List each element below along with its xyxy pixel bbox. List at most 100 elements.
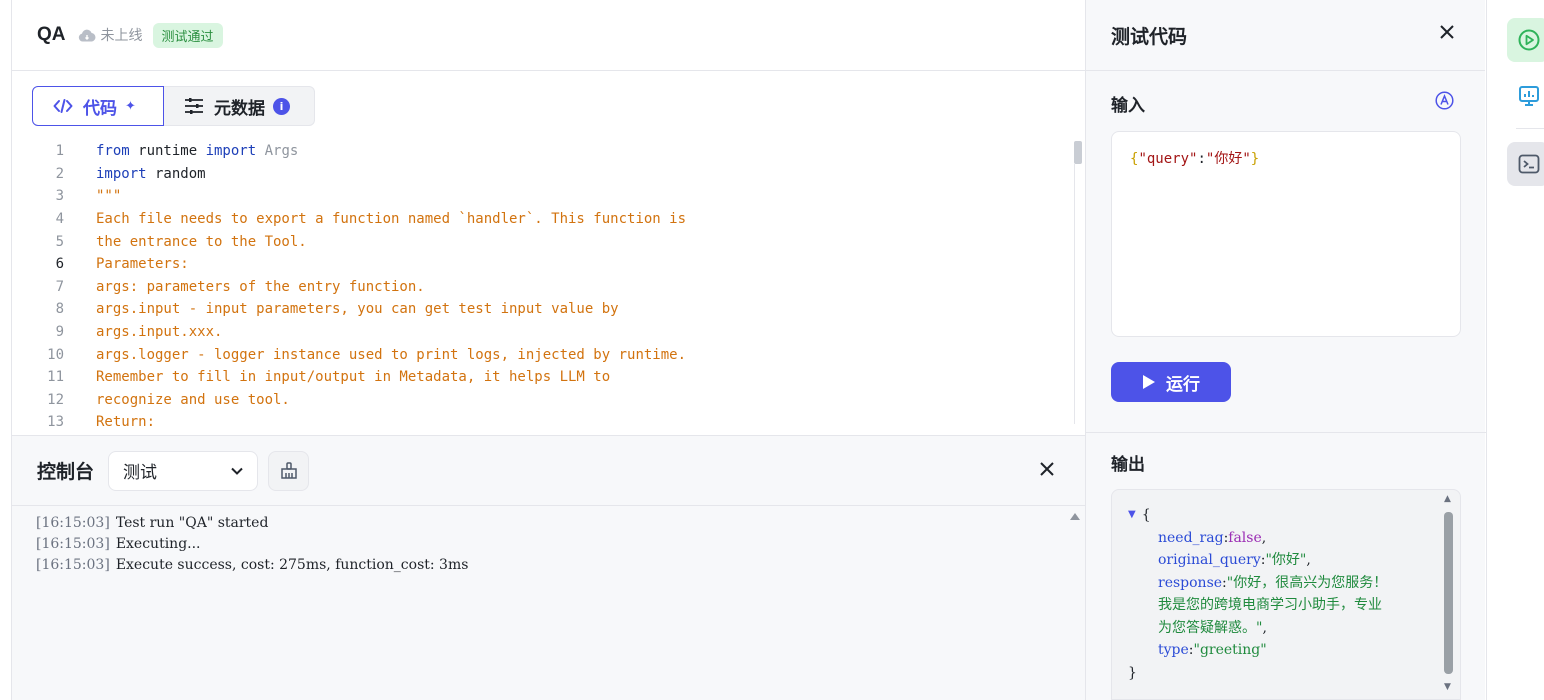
chevron-down-icon (231, 467, 243, 475)
output-line: 为您答疑解惑。", (1128, 617, 1460, 640)
clear-console-button[interactable] (268, 450, 310, 491)
code-text: Return: (96, 414, 155, 430)
left-gutter (0, 0, 12, 700)
code-icon (53, 98, 73, 114)
cloud-icon (78, 29, 95, 41)
tool-rail (1486, 0, 1544, 700)
status-text: 未上线 (100, 28, 143, 44)
rail-console-button[interactable] (1507, 142, 1544, 186)
code-text: recognize and use tool. (96, 392, 290, 408)
output-key: response (1158, 574, 1223, 591)
output-value: "你好" (1265, 552, 1307, 568)
line-number: 9 (55, 324, 64, 341)
code-line: 4 Each file needs to export a function na… (12, 208, 1085, 231)
rail-debug-button[interactable] (1507, 74, 1544, 118)
collapse-triangle-icon[interactable]: ▼ (1128, 504, 1136, 527)
output-scroll-down-icon[interactable]: ▼ (1444, 682, 1451, 692)
rail-test-run-button[interactable] (1507, 18, 1544, 62)
json-key: "query" (1138, 151, 1198, 167)
panel-header: 测试代码 (1086, 0, 1485, 71)
output-key: original_query (1158, 552, 1261, 568)
code-line: 1 from runtime import Args (12, 140, 1085, 163)
code-token: import (96, 165, 147, 182)
auto-generate-icon[interactable] (1435, 91, 1454, 114)
console-mode-select[interactable]: 测试 (108, 450, 259, 491)
test-input-editor[interactable]: {"query":"你好"} (1111, 131, 1461, 337)
code-text: args.input.xxx. (96, 324, 222, 340)
log-timestamp: [16:15:03] (36, 556, 110, 573)
panel-divider (1086, 432, 1486, 433)
code-line: 3 """ (12, 185, 1085, 208)
output-scroll-up-icon[interactable]: ▲ (1444, 494, 1451, 504)
json-value: "你好" (1205, 151, 1251, 167)
code-token: runtime (129, 143, 206, 160)
code-text: args.input - input parameters, you can g… (96, 301, 619, 317)
output-label: 输出 (1111, 455, 1145, 475)
output-scrollbar[interactable] (1444, 512, 1453, 674)
test-output-viewer[interactable]: ▼{ need_rag: false, original_query: "你好", … (1111, 489, 1461, 700)
code-text: Parameters: (96, 256, 189, 272)
input-label: 输入 (1111, 96, 1145, 116)
code-token: """ (96, 188, 122, 205)
output-value: 我是您的跨境电商学习小助手，专业 (1158, 597, 1382, 613)
sparkle-icon: ✦ (125, 98, 136, 114)
output-value: false (1228, 529, 1262, 546)
editor-tabs: 代码 ✦ 元数据 i (32, 86, 315, 126)
code-token: Return: (96, 414, 156, 431)
page-header: QA 未上线 测试通过 (12, 0, 1085, 71)
test-passed-badge: 测试通过 (152, 22, 223, 48)
code-token: args: parameters of the entry function. (96, 278, 425, 295)
run-button-label: 运行 (1166, 374, 1200, 395)
output-key: need_rag (1158, 529, 1224, 546)
output-line: response: "你好，很高兴为您服务！ (1128, 572, 1460, 595)
json-brace: } (1250, 151, 1260, 167)
code-token: Remember to fill in input/output in Meta… (96, 369, 611, 386)
console-output: [16:15:03] Test run "QA" started [16:15:0… (12, 506, 1085, 700)
broom-icon (280, 462, 297, 479)
line-number: 8 (55, 301, 64, 318)
code-token: Args (256, 143, 299, 160)
output-line: ▼{ (1128, 504, 1460, 527)
code-editor-pane: QA 未上线 测试通过 代码 ✦ 元数据 i 1 from runtime im… (12, 0, 1085, 700)
console-mode-value: 测试 (123, 463, 158, 483)
log-message: Test run "QA" started (115, 514, 269, 531)
test-code-panel: 测试代码 输入 {"query":"你好"} 运行 输出 ▼{ need_rag… (1085, 0, 1486, 700)
line-number: 1 (55, 143, 64, 160)
output-value: 为您答疑解惑。" (1158, 619, 1263, 636)
rail-divider (1516, 128, 1544, 129)
code-line: 8 args.input - input parameters, you can … (12, 298, 1085, 321)
code-text: args: parameters of the entry function. (96, 279, 425, 295)
code-line: 13 Return: (12, 411, 1085, 434)
output-brace: { (1141, 507, 1151, 523)
console-log-line: [16:15:03] Execute success, cost: 275ms, … (36, 554, 1085, 575)
editor-scrollbar[interactable] (1074, 141, 1082, 164)
code-text: args.logger - logger instance used to pr… (96, 347, 686, 363)
code-line: 9 args.input.xxx. (12, 321, 1085, 344)
code-line: 10 args.logger - logger instance used to … (12, 343, 1085, 366)
editor-scroll-track (1074, 164, 1075, 424)
console-log-line: [16:15:03] Test run "QA" started (36, 512, 1085, 533)
tab-metadata[interactable]: 元数据 i (164, 86, 315, 126)
code-text: from runtime import Args (96, 143, 298, 159)
play-icon (1143, 375, 1155, 389)
info-icon[interactable]: i (273, 97, 290, 115)
close-panel-icon[interactable] (1439, 24, 1455, 44)
code-line: 5 the entrance to the Tool. (12, 230, 1085, 253)
console-scroll-up-icon[interactable] (1070, 512, 1080, 520)
log-timestamp: [16:15:03] (36, 535, 110, 552)
run-button[interactable]: 运行 (1111, 362, 1231, 402)
publish-status: 未上线 (78, 25, 143, 45)
output-line: } (1128, 662, 1460, 685)
code-token: Parameters: (96, 256, 189, 273)
tab-code[interactable]: 代码 ✦ (32, 86, 164, 126)
line-number: 12 (47, 391, 64, 408)
code-token: recognize and use tool. (96, 391, 290, 408)
output-line: type: "greeting" (1128, 639, 1460, 662)
output-value: "你好，很高兴为您服务！ (1226, 574, 1388, 591)
close-console-icon[interactable] (1039, 461, 1055, 481)
code-line: 7 args: parameters of the entry function. (12, 276, 1085, 299)
terminal-icon (1518, 154, 1540, 174)
code-editor[interactable]: 1 from runtime import Args 2 import random 3… (12, 140, 1085, 435)
line-number: 3 (55, 188, 64, 205)
code-text: """ (96, 188, 121, 204)
